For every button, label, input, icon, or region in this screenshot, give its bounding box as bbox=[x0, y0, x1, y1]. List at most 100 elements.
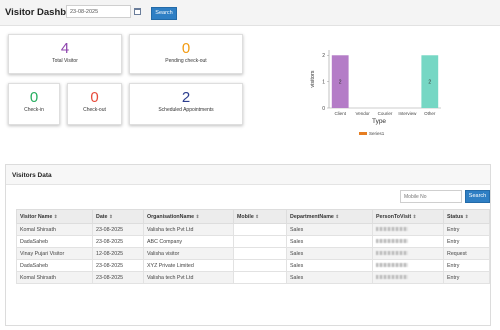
sort-icon: ⇕ bbox=[255, 213, 260, 219]
sort-icon: ⇕ bbox=[53, 213, 58, 219]
cell-department: Sales bbox=[286, 235, 373, 248]
date-input[interactable] bbox=[66, 5, 131, 18]
col-person-to-visit[interactable]: PersonToVisit ⇕ bbox=[372, 209, 444, 224]
card-label: Check-out bbox=[83, 107, 106, 113]
col-date[interactable]: Date ⇕ bbox=[92, 209, 144, 224]
card-check-in[interactable]: 0 Check-in bbox=[8, 83, 60, 125]
legend-swatch bbox=[359, 132, 367, 135]
cell-organisation: Valisha tech Pvt Ltd bbox=[143, 271, 234, 284]
visitor-type-chart: 0 1 2 2 Client Vendor Courier Interview 2 Other Ty… bbox=[305, 40, 445, 150]
x-tick-label: Vendor bbox=[355, 111, 370, 116]
cell-visitor-name: Vinay Pujari Visitor bbox=[16, 247, 93, 260]
card-label: Check-in bbox=[24, 107, 44, 113]
x-tick-label: Other bbox=[424, 111, 436, 116]
table-row[interactable]: DadaSaheb 23-08-2025 XYZ Private Limited… bbox=[16, 259, 490, 272]
x-tick-label: Client bbox=[334, 111, 346, 116]
y-tick-label: 0 bbox=[322, 106, 325, 112]
mobile-search-input[interactable] bbox=[400, 190, 462, 203]
calendar-icon[interactable] bbox=[134, 8, 141, 15]
cell-date: 23-08-2025 bbox=[92, 271, 144, 284]
card-check-out[interactable]: 0 Check-out bbox=[67, 83, 122, 125]
column-label: DepartmentName bbox=[290, 213, 334, 220]
bar-data-label: 2 bbox=[428, 80, 431, 86]
column-label: Visitor Name bbox=[20, 213, 53, 220]
card-value: 0 bbox=[29, 89, 39, 106]
cell-mobile bbox=[233, 259, 287, 272]
x-tick-label: Courier bbox=[378, 111, 393, 116]
date-search-button[interactable]: Search bbox=[151, 7, 177, 20]
x-axis-title: Type bbox=[372, 118, 386, 125]
table-row[interactable]: Komal Shirsath 23-08-2025 Valisha tech P… bbox=[16, 271, 490, 284]
table-header-row: Visitor Name ⇕ Date ⇕ OrganisationName ⇕… bbox=[16, 209, 490, 224]
column-label: Date bbox=[96, 213, 108, 220]
redacted-text bbox=[376, 263, 408, 268]
sort-icon: ⇕ bbox=[195, 213, 200, 219]
cell-department: Sales bbox=[286, 259, 373, 272]
cell-organisation: ABC Company bbox=[143, 235, 234, 248]
sort-icon: ⇕ bbox=[108, 213, 113, 219]
col-organisation-name[interactable]: OrganisationName ⇕ bbox=[143, 209, 234, 224]
cell-visitor-name: Komal Shirsath bbox=[16, 271, 93, 284]
cell-mobile bbox=[233, 271, 287, 284]
card-label: Pending check-out bbox=[165, 58, 207, 64]
table-row[interactable]: DadaSaheb 23-08-2025 ABC Company Sales E… bbox=[16, 235, 490, 248]
cell-visitor-name: Komal Shirsath bbox=[16, 223, 93, 236]
table-search-button[interactable]: Search bbox=[465, 190, 490, 203]
visitors-data-title: Visitors Data bbox=[6, 165, 490, 185]
cell-mobile bbox=[233, 247, 287, 260]
column-label: Status bbox=[447, 213, 464, 220]
cell-date: 12-08-2025 bbox=[92, 247, 144, 260]
cell-visitor-name: DadaSaheb bbox=[16, 259, 93, 272]
cell-status: Request bbox=[443, 247, 490, 260]
cell-organisation: Valisha tech Pvt Ltd bbox=[143, 223, 234, 236]
card-scheduled-appointments[interactable]: 2 Scheduled Appointments bbox=[129, 83, 243, 125]
redacted-text bbox=[376, 239, 408, 244]
col-mobile[interactable]: Mobile ⇕ bbox=[233, 209, 287, 224]
cell-status: Entry bbox=[443, 271, 490, 284]
redacted-text bbox=[376, 227, 408, 232]
y-tick-label: 1 bbox=[322, 79, 325, 85]
table-row[interactable]: Komal Shirsath 23-08-2025 Valisha tech P… bbox=[16, 223, 490, 236]
cell-department: Sales bbox=[286, 247, 373, 260]
column-label: Mobile bbox=[237, 213, 254, 220]
col-visitor-name[interactable]: Visitor Name ⇕ bbox=[16, 209, 93, 224]
sort-icon: ⇕ bbox=[412, 213, 417, 219]
card-pending-checkout[interactable]: 0 Pending check-out bbox=[129, 34, 243, 74]
card-label: Total Visitor bbox=[52, 58, 78, 64]
cell-status: Entry bbox=[443, 259, 490, 272]
cell-person-to-visit bbox=[372, 235, 444, 248]
sort-icon: ⇕ bbox=[335, 213, 340, 219]
y-axis-title: visitors bbox=[310, 70, 316, 87]
x-tick-label: Interview bbox=[398, 111, 417, 116]
bar-data-label: 2 bbox=[339, 80, 342, 86]
card-value: 4 bbox=[60, 40, 70, 57]
cell-organisation: XYZ Private Limited bbox=[143, 259, 234, 272]
visitors-data-panel: Visitors Data Search Visitor Name ⇕ Date… bbox=[5, 164, 491, 326]
cell-date: 23-08-2025 bbox=[92, 223, 144, 236]
cell-department: Sales bbox=[286, 223, 373, 236]
card-label: Scheduled Appointments bbox=[158, 107, 214, 113]
redacted-text bbox=[376, 251, 408, 256]
card-value: 2 bbox=[181, 89, 191, 106]
col-department-name[interactable]: DepartmentName ⇕ bbox=[286, 209, 373, 224]
cell-person-to-visit bbox=[372, 223, 444, 236]
cell-status: Entry bbox=[443, 235, 490, 248]
cell-department: Sales bbox=[286, 271, 373, 284]
legend-label: Series1 bbox=[369, 131, 385, 136]
cell-person-to-visit bbox=[372, 271, 444, 284]
column-label: PersonToVisit bbox=[376, 213, 412, 220]
cell-visitor-name: DadaSaheb bbox=[16, 235, 93, 248]
cell-person-to-visit bbox=[372, 247, 444, 260]
y-tick-label: 2 bbox=[322, 53, 325, 59]
col-status[interactable]: Status ⇕ bbox=[443, 209, 490, 224]
table-row[interactable]: Vinay Pujari Visitor 12-08-2025 Valisha … bbox=[16, 247, 490, 260]
cell-date: 23-08-2025 bbox=[92, 235, 144, 248]
column-label: OrganisationName bbox=[147, 213, 195, 220]
cell-organisation: Valisha visitor bbox=[143, 247, 234, 260]
card-total-visitor[interactable]: 4 Total Visitor bbox=[8, 34, 122, 74]
visitors-table: Visitor Name ⇕ Date ⇕ OrganisationName ⇕… bbox=[16, 209, 490, 284]
card-value: 0 bbox=[90, 89, 99, 106]
redacted-text bbox=[376, 275, 408, 280]
cell-mobile bbox=[233, 235, 287, 248]
top-bar: Visitor Dashboard Search bbox=[0, 0, 500, 26]
